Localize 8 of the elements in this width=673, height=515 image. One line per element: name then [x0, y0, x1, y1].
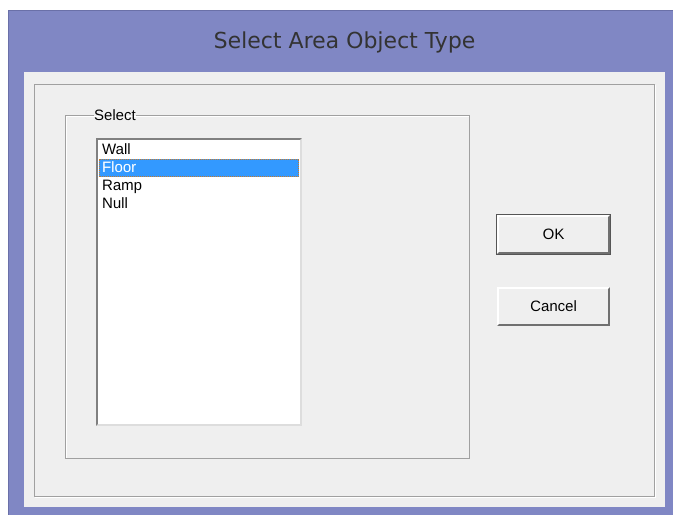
ok-button[interactable]: OK [497, 215, 610, 254]
list-box[interactable]: Wall Floor Ramp Null [96, 138, 302, 426]
list-item[interactable]: Ramp [99, 177, 299, 195]
cancel-button[interactable]: Cancel [497, 287, 610, 326]
list-item[interactable]: Null [99, 195, 299, 213]
list-item[interactable]: Wall [99, 141, 299, 159]
window-title: Select Area Object Type [212, 28, 476, 56]
group-label: Select [94, 107, 136, 124]
